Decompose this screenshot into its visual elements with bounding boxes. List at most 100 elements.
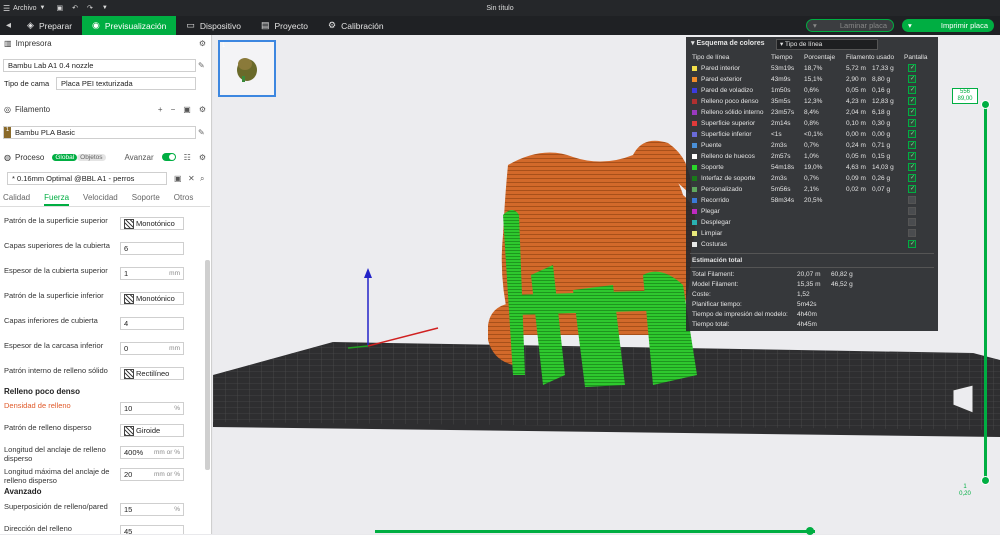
nav-actions: ▾ Laminar placa ▾ Imprimir placa	[806, 19, 994, 32]
visibility-checkbox[interactable]	[908, 240, 916, 248]
legend-row: Interfaz de soporte 2m3s 0,7% 0,09 m 0,26 g	[686, 173, 938, 184]
advance-switch[interactable]	[161, 152, 176, 161]
tab-preparar[interactable]: ◈ Preparar	[17, 16, 82, 35]
search-icon[interactable]: ⌕	[200, 174, 204, 184]
move-slider[interactable]	[375, 530, 815, 533]
visibility-checkbox[interactable]	[908, 185, 916, 193]
filament-settings-icon[interactable]: ⚙	[199, 105, 206, 114]
legend-row: Costuras	[686, 239, 938, 250]
filament-color-swatch[interactable]: 1	[4, 127, 11, 138]
printer-select[interactable]: Bambu Lab A1 0.4 nozzle	[3, 59, 196, 72]
param-value-field[interactable]: Rectilíneo	[120, 367, 184, 380]
visibility-checkbox[interactable]	[908, 64, 916, 72]
visibility-checkbox[interactable]	[908, 75, 916, 83]
add-filament-icon[interactable]: +	[158, 105, 163, 114]
tab-proyecto[interactable]: ▤ Proyecto	[251, 16, 318, 35]
tab-calibracion[interactable]: ⚙ Calibración	[318, 16, 394, 35]
undo-icon[interactable]: ↶	[72, 4, 78, 12]
file-menu[interactable]: Archivo	[13, 5, 36, 12]
app-menu-icon[interactable]: ☰	[3, 4, 10, 13]
process-settings-icon[interactable]: ⚙	[199, 153, 206, 162]
visibility-checkbox[interactable]	[908, 108, 916, 116]
visibility-checkbox[interactable]	[908, 152, 916, 160]
printer-settings-icon[interactable]: ⚙	[199, 39, 206, 48]
collapse-icon[interactable]: ◂	[0, 20, 17, 31]
save-icon[interactable]: ▣	[56, 4, 63, 12]
edit-filament-icon[interactable]: ✎	[198, 128, 205, 137]
laminar-dropdown-icon[interactable]: ▾	[813, 21, 817, 30]
param-label: Capas inferiores de cubierta	[4, 316, 98, 325]
tab-velocidad[interactable]: Velocidad	[83, 193, 118, 206]
estimate-v2: 60,82 g	[831, 270, 853, 278]
layer-track[interactable]	[984, 105, 987, 480]
edit-preset-icon[interactable]: ✕	[188, 174, 195, 183]
visibility-checkbox[interactable]	[908, 174, 916, 182]
visibility-checkbox[interactable]	[908, 86, 916, 94]
compare-icon[interactable]: ☷	[184, 153, 191, 162]
param-value: 1	[124, 269, 129, 278]
param-value-field[interactable]: 0 mm	[120, 342, 184, 355]
imprimir-dropdown-icon[interactable]: ▾	[908, 21, 912, 30]
visibility-checkbox[interactable]	[908, 97, 916, 105]
layer-bottom-handle[interactable]	[981, 476, 990, 485]
legend-row: Limpiar	[686, 228, 938, 239]
objects-toggle[interactable]: Objetos	[77, 153, 106, 161]
sidebar-scrollbar[interactable]	[205, 260, 210, 470]
tab-fuerza[interactable]: Fuerza	[44, 193, 70, 206]
tab-previsualizacion[interactable]: ◉ Previsualización	[82, 16, 177, 35]
legend-row: Pared interior 53m19s 18,7% 5,72 m 17,33 g	[686, 63, 938, 74]
legend-cell-name: Plegar	[701, 208, 720, 215]
filament-select[interactable]: 1 Bambu PLA Basic	[3, 126, 196, 139]
estimate-v2: 46,52 g	[831, 280, 853, 288]
layer-slider[interactable]: 556 89,00 1 0,20	[952, 88, 990, 500]
dropdown-icon[interactable]: ▼	[102, 5, 108, 11]
global-toggle[interactable]: Global	[52, 153, 78, 161]
visibility-checkbox[interactable]	[908, 163, 916, 171]
legend-row: Pared exterior 43m9s 15,1% 2,90 m 8,80 g	[686, 74, 938, 85]
param-value-field[interactable]: 1 mm	[120, 267, 184, 280]
legend-cell-pct: <0,1%	[804, 131, 823, 138]
edit-printer-icon[interactable]: ✎	[198, 61, 205, 70]
legend-cell-len: 4,23 m	[846, 98, 866, 105]
plate-thumbnail[interactable]: 1	[218, 40, 276, 97]
param-value-field[interactable]: Giroide	[120, 424, 184, 437]
laminar-placa-button[interactable]: ▾ Laminar placa	[806, 19, 894, 32]
layer-top-handle[interactable]	[981, 100, 990, 109]
param-value-field[interactable]: Monotónico	[120, 292, 184, 305]
param-unit: mm	[169, 270, 180, 277]
legend-cell-len: 4,63 m	[846, 164, 866, 171]
imprimir-placa-button[interactable]: ▾ Imprimir placa	[902, 19, 994, 32]
redo-icon[interactable]: ↷	[87, 4, 93, 12]
param-value-field[interactable]: 45	[120, 525, 184, 534]
visibility-checkbox[interactable]	[908, 218, 916, 226]
param-value-field[interactable]: Monotónico	[120, 217, 184, 230]
param-value-field[interactable]: 400% mm or %	[120, 446, 184, 459]
param-value-field[interactable]: 10%	[120, 402, 184, 415]
visibility-checkbox[interactable]	[908, 141, 916, 149]
param-value-field[interactable]: 15%	[120, 503, 184, 516]
tab-calidad[interactable]: Calidad	[3, 193, 30, 206]
legend-header-cell: Tiempo	[771, 54, 793, 61]
param-value-field[interactable]: 6	[120, 242, 184, 255]
tab-dispositivo[interactable]: ▭ Dispositivo	[176, 16, 251, 35]
remove-filament-icon[interactable]: −	[171, 105, 176, 114]
visibility-checkbox[interactable]	[908, 196, 916, 204]
filament-sync-icon[interactable]: ▣	[183, 105, 191, 114]
preview-icon: ◉	[92, 20, 100, 30]
visibility-checkbox[interactable]	[908, 229, 916, 237]
pattern-icon	[124, 425, 134, 436]
save-preset-icon[interactable]: ▣	[174, 174, 182, 183]
tab-soporte[interactable]: Soporte	[132, 193, 160, 206]
bed-type-select[interactable]: Placa PEI texturizada	[56, 77, 196, 90]
param-value-field[interactable]: 20 mm or %	[120, 468, 184, 481]
bottom-layer-number: 1	[963, 484, 967, 490]
legend-mode-select[interactable]: ▾ Tipo de línea	[776, 39, 878, 50]
visibility-checkbox[interactable]	[908, 207, 916, 215]
param-value-field[interactable]: 4	[120, 317, 184, 330]
tab-otros[interactable]: Otros	[174, 193, 194, 206]
visibility-checkbox[interactable]	[908, 119, 916, 127]
process-preset-select[interactable]: * 0.16mm Optimal @BBL A1 - perros	[7, 172, 167, 185]
chevron-down-icon[interactable]: ▼	[40, 5, 46, 11]
tab-label: Preparar	[38, 20, 73, 31]
visibility-checkbox[interactable]	[908, 130, 916, 138]
